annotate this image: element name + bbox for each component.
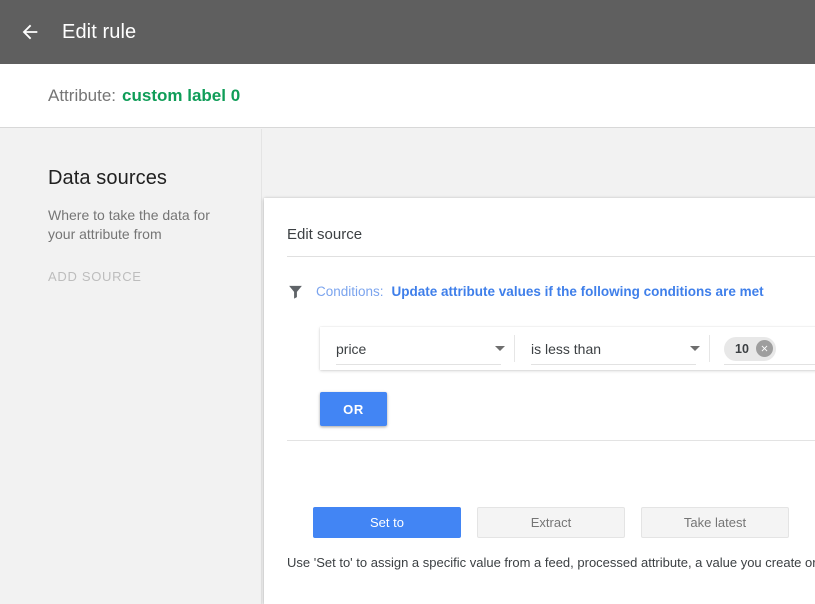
data-sources-column: Data sources Where to take the data for … [0, 129, 262, 604]
condition-field-value: price [336, 340, 367, 357]
close-circle-icon[interactable] [755, 340, 773, 357]
edit-source-panel: Edit source Conditions: Update attribute… [264, 198, 815, 604]
edit-source-title: Edit source [287, 226, 363, 243]
attribute-value: custom label 0 [122, 85, 241, 105]
data-sources-description: Where to take the data for your attribut… [48, 207, 210, 242]
conditions-header: Conditions: Update attribute values if t… [287, 280, 764, 302]
tab-extract[interactable]: Extract [477, 507, 625, 538]
chevron-down-icon [495, 346, 505, 351]
field-underline [336, 364, 501, 365]
arrow-left-icon [22, 24, 38, 40]
data-sources-title: Data sources [48, 167, 168, 189]
tab-take-latest[interactable]: Take latest [641, 507, 789, 538]
funnel-icon [289, 285, 302, 299]
value-underline [724, 364, 815, 365]
attribute-bar: Attribute: custom label 0 [0, 64, 815, 128]
operator-underline [531, 364, 696, 365]
condition-operator-value: is less than [531, 340, 602, 357]
conditions-label: Conditions: [316, 283, 384, 299]
panel-title-divider [287, 256, 815, 257]
tabs-divider [287, 440, 815, 441]
conditions-link[interactable]: Update attribute values if the following… [392, 284, 764, 299]
or-button[interactable]: OR [320, 392, 387, 426]
value-chip-text: 10 [735, 341, 749, 356]
action-tabs: Set to Extract Take latest [313, 507, 805, 538]
attribute-label: Attribute: [48, 85, 117, 105]
condition-operator-select[interactable]: is less than [515, 327, 710, 370]
helper-text: Use 'Set to' to assign a specific value … [287, 555, 815, 570]
edit-rule-page: Edit rule Attribute: custom label 0 Data… [0, 0, 815, 604]
close-icon [761, 345, 768, 352]
app-bar: Edit rule [0, 0, 815, 64]
page-title: Edit rule [62, 20, 137, 43]
condition-field-select[interactable]: price [320, 327, 515, 370]
add-source-button[interactable]: ADD SOURCE [48, 269, 142, 284]
condition-value-input[interactable]: 10 [710, 327, 815, 370]
condition-row: price is less than 10 [320, 327, 815, 370]
page-body: Data sources Where to take the data for … [0, 129, 815, 604]
tab-set-to[interactable]: Set to [313, 507, 461, 538]
back-button[interactable] [13, 15, 47, 49]
value-chip: 10 [724, 336, 776, 361]
chevron-down-icon [690, 346, 700, 351]
